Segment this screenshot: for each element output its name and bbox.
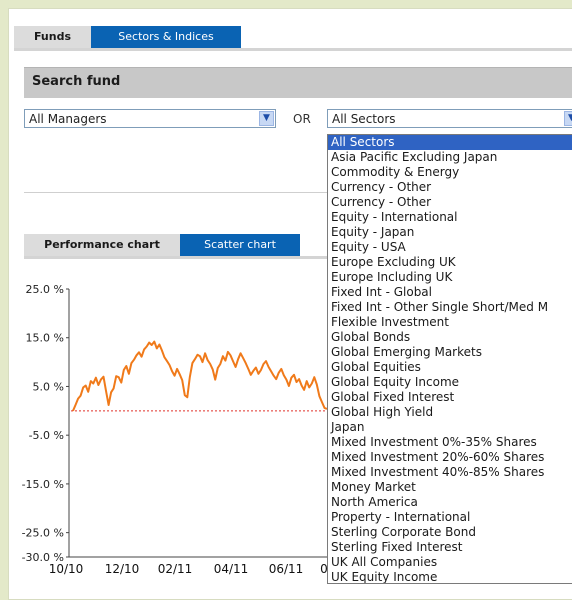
sector-dropdown-list[interactable]: All Sectors Asia Pacific Excluding Japan C… xyxy=(327,134,572,584)
sector-option[interactable]: Property - International xyxy=(328,510,572,525)
sector-option[interactable]: Global Fixed Interest xyxy=(328,390,572,405)
x-axis: 10/10 12/10 02/11 04/11 06/11 0 xyxy=(49,556,329,576)
sector-option[interactable]: Mixed Investment 20%-60% Shares xyxy=(328,450,572,465)
sector-option[interactable]: UK Equity Income xyxy=(328,570,572,583)
sector-option[interactable]: Sterling Fixed Interest xyxy=(328,540,572,555)
sector-option[interactable]: Global Equity Income xyxy=(328,375,572,390)
sector-option[interactable]: Fixed Int - Global xyxy=(328,285,572,300)
sector-option[interactable]: Equity - Japan xyxy=(328,225,572,240)
sector-option[interactable]: Global Emerging Markets xyxy=(328,345,572,360)
y-tick-label: 25.0 % xyxy=(26,283,64,296)
sector-option[interactable]: Equity - International xyxy=(328,210,572,225)
series-layer xyxy=(72,340,328,412)
sector-option[interactable]: Money Market xyxy=(328,480,572,495)
sector-option[interactable]: Mixed Investment 0%-35% Shares xyxy=(328,435,572,450)
sector-option[interactable]: Currency - Other xyxy=(328,180,572,195)
x-tick-label: 12/10 xyxy=(105,562,140,576)
sector-option[interactable]: Global Bonds xyxy=(328,330,572,345)
y-axis: 25.0 %15.0 %5.0 %-5.0 %-15.0 %-25.0 %-30… xyxy=(22,283,70,564)
y-tick-label: -25.0 % xyxy=(22,527,64,540)
sector-option[interactable]: Sterling Corporate Bond xyxy=(328,525,572,540)
sector-option[interactable]: Mixed Investment 40%-85% Shares xyxy=(328,465,572,480)
sector-option[interactable]: Currency - Other xyxy=(328,195,572,210)
sector-option[interactable]: Commodity & Energy xyxy=(328,165,572,180)
x-tick-label: 06/11 xyxy=(269,562,304,576)
sector-option[interactable]: Europe Including UK xyxy=(328,270,572,285)
y-tick-label: -5.0 % xyxy=(29,429,64,442)
sector-option[interactable]: North America xyxy=(328,495,572,510)
y-tick-label: -15.0 % xyxy=(22,478,64,491)
sector-option[interactable]: Fixed Int - Other Single Short/Med M xyxy=(328,300,572,315)
sector-option[interactable]: Europe Excluding UK xyxy=(328,255,572,270)
x-tick-label: 04/11 xyxy=(214,562,249,576)
sector-option[interactable]: Asia Pacific Excluding Japan xyxy=(328,150,572,165)
y-tick-label: 15.0 % xyxy=(26,332,64,345)
sector-option[interactable]: Flexible Investment xyxy=(328,315,572,330)
sector-option[interactable]: UK All Companies xyxy=(328,555,572,570)
sector-option[interactable]: Global Equities xyxy=(328,360,572,375)
sector-option[interactable]: All Sectors xyxy=(328,135,572,150)
x-tick-label: 10/10 xyxy=(49,562,84,576)
fund-search-panel: Funds Sectors & Indices Search fund All … xyxy=(8,8,572,600)
fund-performance-line xyxy=(72,340,328,412)
sector-option[interactable]: Equity - USA xyxy=(328,240,572,255)
sector-option[interactable]: Japan xyxy=(328,420,572,435)
x-tick-label: 02/11 xyxy=(158,562,193,576)
y-tick-label: 5.0 % xyxy=(33,380,64,393)
sector-option[interactable]: Global High Yield xyxy=(328,405,572,420)
